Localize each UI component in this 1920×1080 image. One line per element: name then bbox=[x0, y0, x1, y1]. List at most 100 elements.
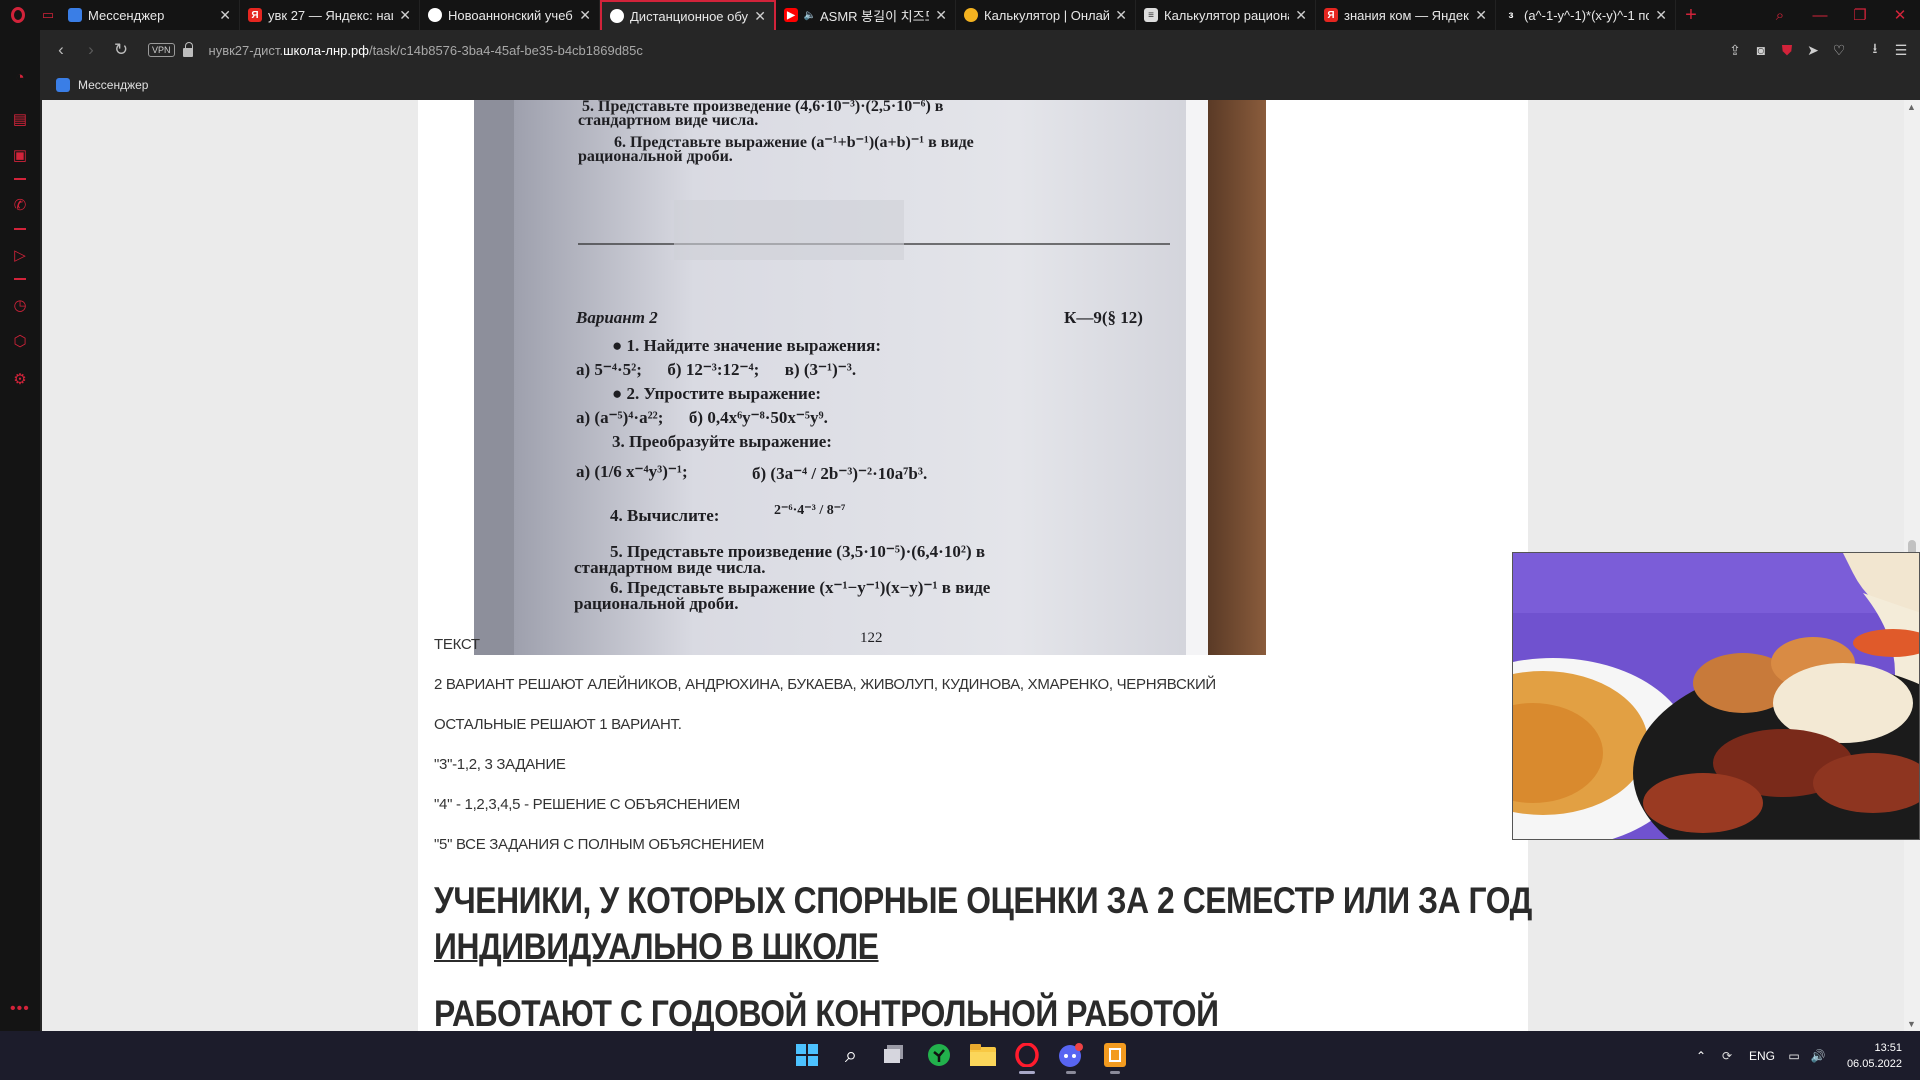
worksheet-text: а) 5⁻⁴·5²; б) 12⁻³:12⁻⁴; в) (3⁻¹)⁻³. bbox=[576, 360, 857, 379]
audio-playing-icon[interactable]: 🔈 bbox=[804, 8, 816, 22]
minimize-icon[interactable]: — bbox=[1800, 7, 1840, 24]
send-icon[interactable]: ➤ bbox=[1800, 42, 1826, 59]
yandex-icon: Я bbox=[248, 8, 262, 22]
reload-icon[interactable]: ↻ bbox=[106, 40, 136, 60]
worksheet-text: 2⁻⁶·4⁻³ / 8⁻⁷ bbox=[774, 503, 846, 518]
scroll-up-icon[interactable]: ▲ bbox=[1907, 102, 1916, 112]
tab-yandex-search[interactable]: Я увк 27 — Яндекс: нашл ✕ bbox=[240, 0, 420, 30]
individual-in-school-link[interactable]: ИНДИВИДУАЛЬНО В ШКОЛЕ bbox=[434, 926, 879, 968]
address-actions: ⇪ ◙ ⛊ ➤ ♡ ⭳ ☰ bbox=[1722, 38, 1914, 62]
tab-distance-learning[interactable]: Дистанционное обуче ✕ bbox=[600, 0, 776, 30]
close-tab-icon[interactable]: ✕ bbox=[935, 7, 947, 24]
download-icon[interactable]: ⭳ bbox=[1862, 38, 1888, 62]
znanija-icon: з bbox=[1504, 8, 1518, 22]
close-tab-icon[interactable]: ✕ bbox=[1655, 7, 1667, 24]
opera-taskbar-icon[interactable] bbox=[1013, 1041, 1041, 1074]
file-explorer-icon[interactable] bbox=[969, 1041, 997, 1069]
worksheet-page-number: 122 bbox=[860, 630, 883, 646]
video-popout[interactable] bbox=[1512, 552, 1920, 840]
worksheet-text: 3. Преобразуйте выражение: bbox=[612, 432, 832, 451]
forward-icon[interactable]: › bbox=[76, 40, 106, 60]
announcement-heading: УЧЕНИКИ, У КОТОРЫХ СПОРНЫЕ ОЦЕНКИ ЗА 2 С… bbox=[434, 880, 1532, 921]
tab-calculator-rational[interactable]: ≡ Калькулятор рационал ✕ bbox=[1136, 0, 1316, 30]
extensions-icon[interactable]: ⬡ bbox=[11, 332, 29, 350]
sidebar-separator bbox=[14, 278, 26, 280]
window-controls: ⌕ — ❐ ✕ bbox=[1760, 6, 1920, 25]
bookmark-messenger[interactable]: Мессенджер bbox=[78, 78, 148, 92]
tab-znanija-question[interactable]: з (a^-1-y^-1)*(x-y)^-1 по ✕ bbox=[1496, 0, 1676, 30]
sync-icon[interactable]: ⟳ bbox=[1712, 1049, 1742, 1063]
worksheet-text: ● 2. Упростите выражение: bbox=[612, 384, 822, 403]
twitch-icon[interactable]: ▣ bbox=[11, 146, 29, 164]
assignment-text: ОСТАЛЬНЫЕ РЕШАЮТ 1 ВАРИАНТ. bbox=[434, 716, 682, 733]
calculator-sheet-icon: ≡ bbox=[1144, 8, 1158, 22]
worksheet-text: а) (1/6 x⁻⁴y³)⁻¹; bbox=[576, 462, 688, 481]
app-orange-icon[interactable] bbox=[1101, 1041, 1129, 1074]
adblock-shield-icon[interactable]: ⛊ bbox=[1774, 42, 1800, 59]
whatsapp-icon[interactable]: ✆ bbox=[11, 196, 29, 214]
share-icon[interactable]: ⇪ bbox=[1722, 42, 1748, 59]
language-indicator[interactable]: ENG bbox=[1742, 1049, 1782, 1063]
player-icon[interactable]: ▷ bbox=[11, 246, 29, 264]
tab-menu-icon[interactable]: ▭ bbox=[36, 7, 60, 23]
snapshot-icon[interactable]: ◙ bbox=[1748, 42, 1774, 58]
close-tab-icon[interactable]: ✕ bbox=[754, 8, 766, 25]
worksheet-text: 4. Вычислите: bbox=[610, 506, 720, 525]
worksheet-text: ● 1. Найдите значение выражения: bbox=[612, 336, 882, 355]
search-icon[interactable]: ⌕ bbox=[837, 1041, 865, 1069]
tab-messenger[interactable]: Мессенджер ✕ bbox=[60, 0, 240, 30]
clock[interactable]: 13:51 06.05.2022 bbox=[1847, 1040, 1902, 1072]
speed-dial-icon[interactable]: ◔ bbox=[11, 68, 29, 86]
clock-time: 13:51 bbox=[1874, 1042, 1902, 1054]
scroll-down-icon[interactable]: ▼ bbox=[1907, 1019, 1916, 1029]
url-field[interactable]: нувк27-дист.школа-лнр.рф/task/c14b8576-3… bbox=[209, 43, 643, 58]
tab-calculator-online[interactable]: Калькулятор | Онлайн ✕ bbox=[956, 0, 1136, 30]
discord-icon[interactable] bbox=[1057, 1041, 1085, 1074]
address-bar: ‹ › ↻ VPN нувк27-дист.школа-лнр.рф/task/… bbox=[42, 30, 1920, 70]
network-icon[interactable]: ▭ bbox=[1782, 1049, 1806, 1063]
task-view-icon[interactable] bbox=[881, 1041, 909, 1069]
history-icon[interactable]: ◷ bbox=[11, 296, 29, 314]
close-tab-icon[interactable]: ✕ bbox=[1475, 7, 1487, 24]
start-icon[interactable] bbox=[793, 1041, 821, 1069]
app-green-icon[interactable] bbox=[925, 1041, 953, 1069]
system-tray: ⌃ ⟳ ENG ▭ 🔊 bbox=[1690, 1031, 1830, 1080]
tray-chevron-icon[interactable]: ⌃ bbox=[1690, 1049, 1712, 1063]
yandex-icon: Я bbox=[1324, 8, 1338, 22]
easy-setup-icon[interactable]: ☰ bbox=[1888, 42, 1914, 59]
close-tab-icon[interactable]: ✕ bbox=[1295, 7, 1307, 24]
bookmarks-bar: Мессенджер bbox=[42, 70, 1920, 100]
assignment-text: "5" ВСЕ ЗАДАНИЯ С ПОЛНЫМ ОБЪЯСНЕНИЕМ bbox=[434, 836, 765, 853]
worksheet-photo: 5. Представьте произведение (4,6·10⁻³)·(… bbox=[474, 100, 1266, 655]
lock-icon[interactable] bbox=[182, 41, 193, 57]
close-tab-icon[interactable]: ✕ bbox=[579, 7, 591, 24]
assignment-text: "3"-1,2, 3 ЗАДАНИЕ bbox=[434, 756, 566, 773]
back-icon[interactable]: ‹ bbox=[46, 40, 76, 60]
close-tab-icon[interactable]: ✕ bbox=[1115, 7, 1127, 24]
worksheet-variant: Вариант 2 bbox=[576, 308, 658, 327]
assignment-text: 2 ВАРИАНТ РЕШАЮТ АЛЕЙНИКОВ, АНДРЮХИНА, Б… bbox=[434, 676, 1216, 693]
vpn-badge[interactable]: VPN bbox=[148, 43, 175, 57]
new-tab-button[interactable]: + bbox=[1676, 4, 1706, 27]
search-tabs-icon[interactable]: ⌕ bbox=[1760, 7, 1800, 24]
close-tab-icon[interactable]: ✕ bbox=[399, 7, 411, 24]
messenger-icon bbox=[56, 78, 70, 92]
close-window-icon[interactable]: ✕ bbox=[1880, 6, 1920, 24]
workspaces-icon[interactable]: ▤ bbox=[11, 110, 29, 128]
annual-test-heading: РАБОТАЮТ С ГОДОВОЙ КОНТРОЛЬНОЙ РАБОТОЙ bbox=[434, 993, 1219, 1031]
restore-icon[interactable]: ❐ bbox=[1840, 6, 1880, 24]
sidebar: ◔ ▤ ▣ ✆ ▷ ◷ ⬡ ⚙ ••• bbox=[0, 30, 42, 1031]
worksheet-text: стандартном виде числа. bbox=[578, 112, 759, 129]
worksheet-code: К—9(§ 12) bbox=[1064, 308, 1143, 327]
close-tab-icon[interactable]: ✕ bbox=[219, 7, 231, 24]
opera-logo-icon[interactable] bbox=[0, 0, 36, 30]
video-frame bbox=[1513, 553, 1919, 839]
settings-icon[interactable]: ⚙ bbox=[11, 370, 29, 388]
tab-asmr-video[interactable]: ▶ 🔈 ASMR 봉길이 치즈도 ✕ bbox=[776, 0, 956, 30]
tab-strip: ▭ Мессенджер ✕ Я увк 27 — Яндекс: нашл ✕… bbox=[0, 0, 1920, 30]
sidebar-more-icon[interactable]: ••• bbox=[10, 1000, 30, 1018]
tab-novoannonsky[interactable]: Новоаннонский учебн ✕ bbox=[420, 0, 600, 30]
tab-znanija-search[interactable]: Я знания ком — Яндекс: ✕ bbox=[1316, 0, 1496, 30]
bookmark-heart-icon[interactable]: ♡ bbox=[1826, 42, 1852, 59]
volume-icon[interactable]: 🔊 bbox=[1806, 1049, 1830, 1063]
